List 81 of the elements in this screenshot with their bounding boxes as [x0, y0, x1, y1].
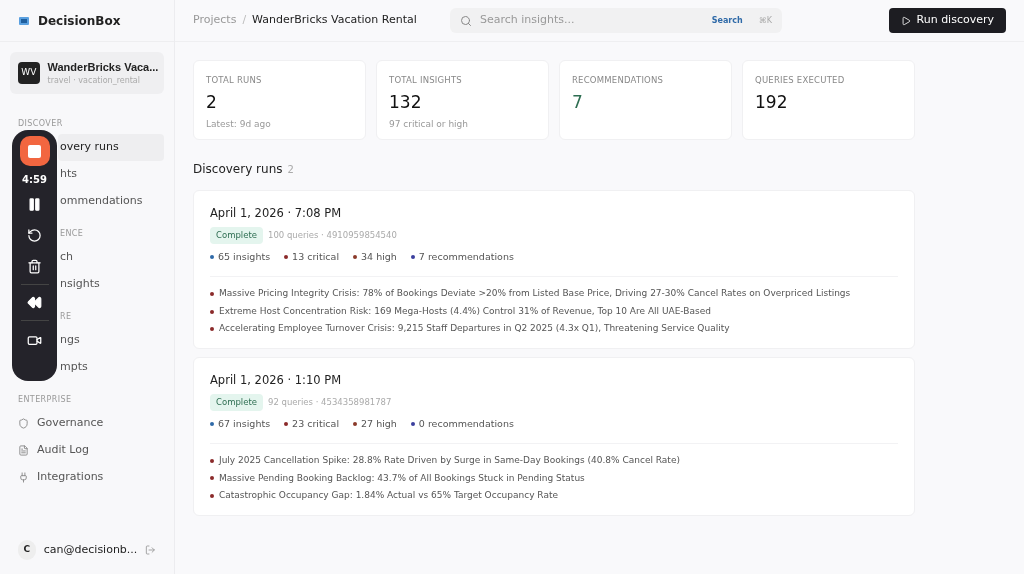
run-card[interactable]: [193, 356, 915, 516]
breadcrumb-current: WanderBricks Vacation Rental: [252, 12, 417, 29]
stat-value: 132: [389, 90, 423, 114]
run-date: April 1, 2026 · 1:10 PM: [210, 371, 343, 389]
trash-icon[interactable]: [27, 259, 42, 274]
project-switcher[interactable]: WV WanderBricks Vaca... travel · vacation_rental: [10, 52, 164, 94]
sidebar-icon: [18, 472, 29, 483]
section-count: 2: [287, 163, 294, 177]
logo-icon: [18, 14, 30, 27]
sidebar-icon: [18, 445, 29, 456]
stat-label: TOTAL RUNS: [206, 74, 263, 87]
app-name: DecisionBox: [38, 12, 121, 30]
count-label: 23 critical: [292, 416, 340, 431]
stat-label: RECOMMENDATIONS: [572, 74, 665, 87]
stat-value: 192: [755, 90, 789, 114]
run-meta: 92 queries · 4534358981787: [267, 396, 392, 409]
sidebar-item[interactable]: mpts: [58, 354, 164, 381]
status-badge: Complete: [210, 394, 263, 411]
run-meta: 100 queries · 4910959854540: [267, 229, 397, 242]
sidebar-item[interactable]: Audit Log: [10, 437, 164, 464]
project-avatar: WV: [18, 62, 40, 84]
section-label: RE: [60, 311, 72, 323]
sidebar-icon: [18, 418, 29, 429]
section-label: ENTERPRISE: [18, 394, 72, 406]
sidebar-item[interactable]: Governance: [10, 410, 164, 437]
count-label: 0 recommendations: [418, 416, 514, 431]
count-label: 65 insights: [218, 250, 271, 264]
run-card[interactable]: [193, 190, 915, 349]
stat-label: QUERIES EXECUTED: [755, 74, 846, 87]
section-title: Discovery runs: [193, 161, 283, 178]
stat-note: Latest: 9d ago: [206, 118, 272, 132]
insight-text: Massive Pricing Integrity Crisis: 78% of Bookings Deviate >20% from Listed Base Price, Driving 27-30% Cancel Rates on Overpriced Listings: [219, 287, 851, 301]
sidebar-item[interactable]: nsights: [58, 271, 164, 298]
count-label: 13 critical: [292, 250, 340, 264]
stat-note: 97 critical or high: [389, 118, 469, 132]
user-avatar: C: [18, 540, 36, 560]
breadcrumb-separator: /: [242, 12, 247, 29]
sidebar-item[interactable]: ommendations: [58, 188, 164, 215]
rewind-icon[interactable]: [27, 295, 42, 310]
recording-timer: 4:59: [22, 173, 47, 187]
sidebar-item[interactable]: overy runs: [58, 134, 164, 161]
bullet-icon: [210, 458, 214, 463]
insight-text: Accelerating Employee Turnover Crisis: 9,215 Staff Departures in Q2 2025 (4.3x Q1), Threatening Service Quality: [219, 322, 730, 336]
sidebar-item[interactable]: ngs: [58, 327, 164, 354]
camera-icon[interactable]: [27, 333, 42, 348]
stat-value: 7: [572, 90, 584, 114]
stop-button[interactable]: [19, 136, 50, 166]
user-email: can@decisionb...: [43, 541, 138, 558]
search-icon: [460, 14, 472, 27]
bullet-icon: [210, 476, 214, 481]
run-date: April 1, 2026 · 7:08 PM: [210, 205, 343, 222]
status-badge: Complete: [210, 227, 263, 244]
play-icon: [900, 15, 911, 26]
bullet-icon: [210, 309, 214, 314]
count-label: 27 high: [361, 416, 397, 431]
sidebar-item[interactable]: hts: [58, 161, 164, 188]
run-discovery-button[interactable]: Run discovery: [888, 8, 1006, 33]
project-name: WanderBricks Vaca...: [47, 59, 156, 75]
stop-icon: [28, 144, 41, 158]
restart-icon[interactable]: [27, 228, 42, 243]
insight-text: Massive Pending Booking Backlog: 43.7% of All Bookings Stuck in Pending Status: [219, 471, 585, 485]
search-button[interactable]: Search: [711, 14, 743, 27]
pause-icon[interactable]: [27, 197, 42, 212]
stat-label: TOTAL INSIGHTS: [389, 74, 463, 87]
count-label: 7 recommendations: [418, 250, 514, 264]
sidebar-item[interactable]: Integrations: [10, 464, 164, 491]
bullet-icon: [210, 493, 214, 498]
shortcut-hint: ⌘K: [758, 14, 772, 27]
stat-value: 2: [206, 90, 218, 114]
insight-text: Extreme Host Concentration Risk: 169 Mega-Hosts (4.4%) Control 31% of Revenue, Top 10 Are All UAE-Based: [219, 304, 711, 318]
count-label: 34 high: [361, 250, 397, 264]
project-subtitle: travel · vacation_rental: [47, 75, 141, 88]
bullet-icon: [210, 292, 214, 296]
sidebar-item[interactable]: ch: [58, 244, 164, 271]
count-label: 67 insights: [218, 416, 271, 431]
bullet-icon: [210, 327, 214, 331]
insight-text: July 2025 Cancellation Spike: 28.8% Rate Driven by Surge in Same-Day Bookings (40.8% Cancel Rate): [219, 454, 680, 467]
insight-text: Catastrophic Occupancy Gap: 1.84% Actual vs 65% Target Occupancy Rate: [219, 489, 558, 502]
section-label: ENCE: [60, 228, 84, 240]
search-field[interactable]: Search insights... Search ⌘K: [450, 8, 782, 33]
section-label: DISCOVER: [18, 118, 63, 130]
